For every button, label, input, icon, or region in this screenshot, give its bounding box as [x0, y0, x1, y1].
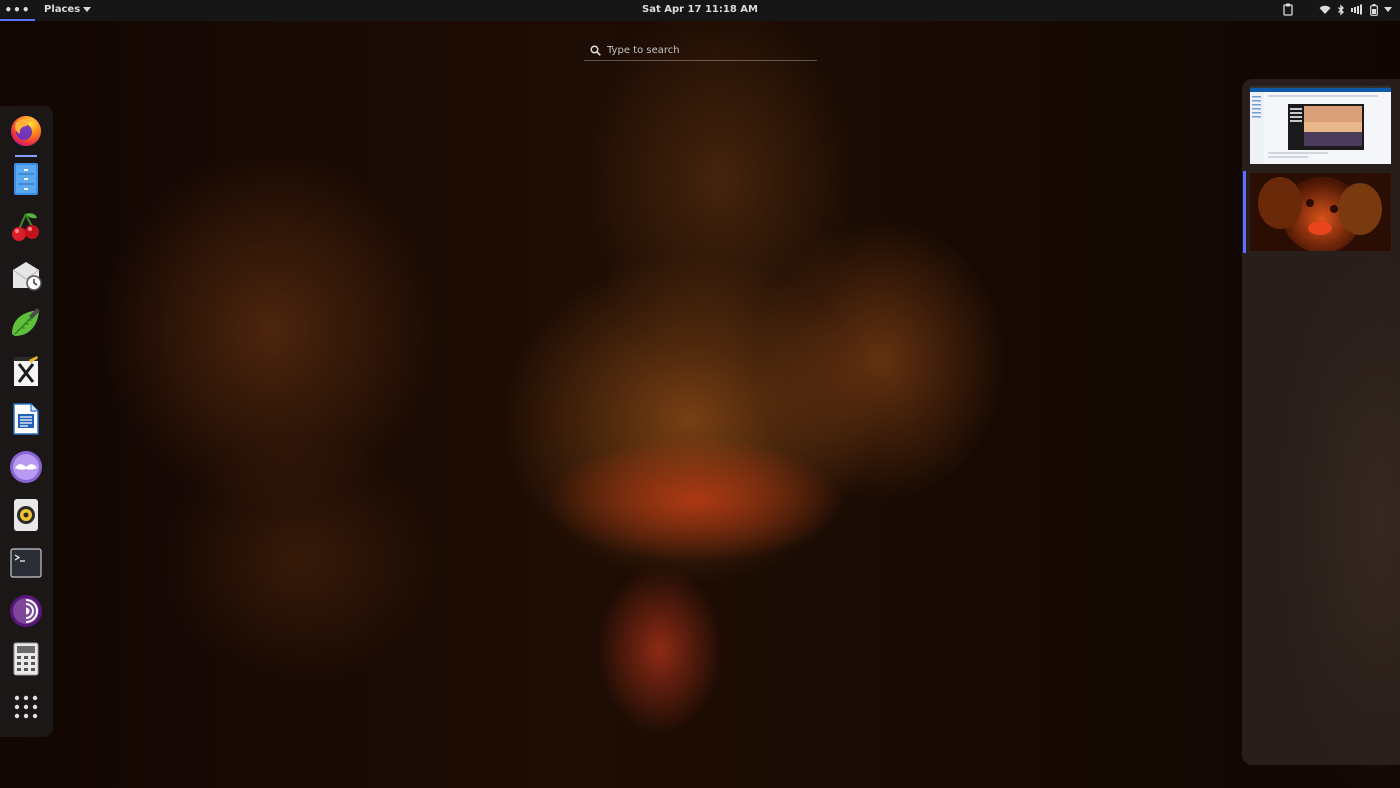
active-workspace-indicator	[1243, 171, 1246, 253]
dock-app-files[interactable]	[7, 162, 45, 200]
mail-clock-icon	[9, 258, 43, 296]
tor-icon	[9, 594, 43, 632]
dock-app-tor-browser[interactable]	[7, 594, 45, 632]
files-icon	[12, 162, 40, 200]
dock-app-rhythmbox[interactable]	[7, 498, 45, 536]
search-icon	[590, 41, 601, 60]
system-tray	[1283, 3, 1392, 16]
leaf-pen-icon	[9, 306, 43, 344]
system-menu-caret-icon	[1384, 4, 1392, 15]
terminal-icon	[10, 548, 42, 582]
workspace-thumbnail-1[interactable]	[1250, 86, 1391, 164]
search-input[interactable]	[607, 44, 807, 56]
workspace-thumbnail-2[interactable]	[1250, 173, 1391, 251]
speaker-icon	[12, 498, 40, 536]
dock-app-mail-scheduler[interactable]	[7, 258, 45, 296]
dock-app-firefox[interactable]	[7, 114, 45, 157]
calculator-icon	[13, 642, 39, 680]
app-grid-icon	[14, 695, 38, 723]
chevron-down-icon	[83, 7, 92, 12]
dock-app-xournal[interactable]	[7, 354, 45, 392]
dock-app-calculator[interactable]	[7, 642, 45, 680]
dash-dock	[0, 106, 53, 737]
dock-app-cherrytree[interactable]	[7, 210, 45, 248]
workspace-2-preview	[1250, 173, 1391, 251]
clipboard-icon[interactable]	[1283, 3, 1293, 16]
bluetooth-icon	[1337, 3, 1345, 16]
notepad-x-icon	[11, 354, 41, 392]
writer-icon	[11, 402, 41, 440]
cherry-icon	[9, 210, 43, 248]
dock-app-text-editor[interactable]	[7, 306, 45, 344]
top-bar: ••• Places Sat Apr 17 11:18 AM	[0, 0, 1400, 21]
clock[interactable]: Sat Apr 17 11:18 AM	[600, 4, 800, 15]
show-applications-button[interactable]	[7, 690, 45, 728]
dock-app-tor-mustache[interactable]	[7, 450, 45, 488]
workspace-1-preview	[1250, 86, 1391, 164]
places-menu[interactable]: Places	[44, 4, 92, 15]
running-indicator	[15, 155, 37, 157]
activities-button[interactable]: •••	[0, 0, 35, 21]
places-label: Places	[44, 4, 81, 15]
dock-app-libreoffice-writer[interactable]	[7, 402, 45, 440]
search-bar[interactable]	[584, 40, 817, 61]
battery-icon	[1370, 3, 1378, 16]
dock-app-terminal[interactable]	[7, 546, 45, 584]
mustache-icon	[9, 450, 43, 488]
volume-icon	[1351, 4, 1364, 15]
workspace-switcher	[1242, 79, 1400, 765]
status-menu[interactable]	[1319, 3, 1392, 16]
firefox-icon	[9, 114, 43, 152]
wifi-icon	[1319, 5, 1331, 15]
